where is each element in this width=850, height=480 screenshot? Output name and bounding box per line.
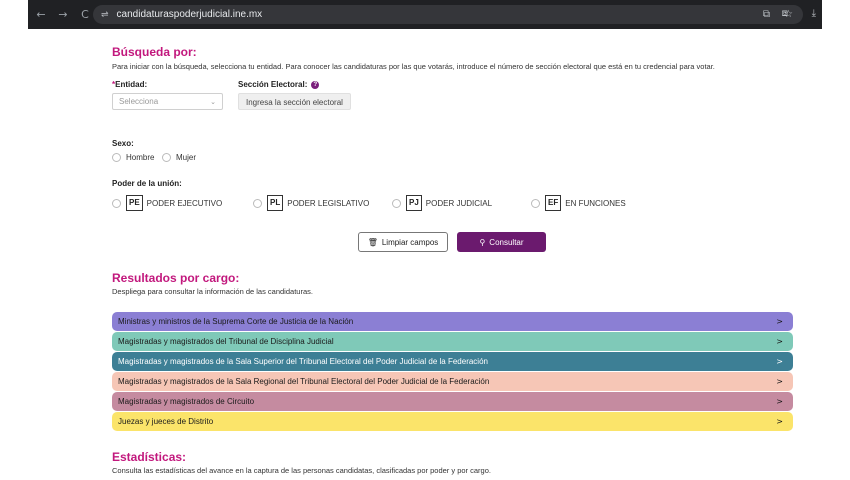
chevron-right-icon: >	[776, 357, 783, 366]
radio-icon[interactable]	[162, 153, 171, 162]
poder-option-label: PODER EJECUTIVO	[146, 198, 223, 208]
radio-icon[interactable]	[531, 198, 540, 208]
clear-fields-button[interactable]: 🗑 Limpiar campos	[358, 232, 448, 252]
poder-option-label: PODER JUDICIAL	[425, 198, 493, 208]
radio-icon[interactable]	[392, 198, 401, 208]
sexo-option-label: Mujer	[176, 153, 197, 162]
radio-icon[interactable]	[112, 153, 121, 162]
result-accordion-label: Juezas y jueces de Distrito	[118, 417, 214, 426]
results-title: Resultados por cargo:	[112, 271, 240, 285]
reload-icon[interactable]: C	[80, 8, 90, 21]
chevron-right-icon: >	[776, 337, 783, 346]
entidad-placeholder: Selecciona	[119, 97, 159, 106]
help-icon[interactable]: ?	[311, 80, 320, 89]
stats-subtitle: Consulta las estadísticas del avance en …	[112, 466, 491, 475]
result-accordion-label: Magistradas y magistrados del Tribunal d…	[118, 337, 334, 346]
pe-badge-icon: PE	[126, 195, 143, 211]
download-icon[interactable]: ⤓	[812, 8, 816, 19]
url-text[interactable]: candidaturaspoderjudicial.ine.mx	[117, 9, 263, 20]
poder-option-pj[interactable]: PJ PODER JUDICIAL	[392, 195, 492, 211]
consult-button[interactable]: ⚲ Consultar	[457, 232, 546, 252]
chevron-right-icon: >	[776, 317, 783, 326]
entidad-select[interactable]: Selecciona ⌄	[112, 93, 223, 110]
chevron-right-icon: >	[776, 397, 783, 406]
result-accordion-label: Ministras y ministros de la Suprema Cort…	[118, 317, 354, 326]
chevron-down-icon: ⌄	[210, 97, 216, 106]
consult-label: Consultar	[489, 237, 524, 247]
chevron-right-icon: >	[776, 377, 783, 386]
sexo-option-hombre[interactable]: Hombre	[112, 153, 154, 162]
trash-icon: 🗑	[367, 237, 378, 247]
entidad-label: *Entidad:	[112, 80, 147, 89]
poder-option-pl[interactable]: PL PODER LEGISLATIVO	[253, 195, 369, 211]
result-accordion-label: Magistradas y magistrados de Circuito	[118, 397, 255, 406]
seccion-label: Sección Electoral:?	[238, 80, 320, 89]
back-icon[interactable]: ←	[36, 8, 46, 21]
radio-icon[interactable]	[112, 198, 121, 208]
result-accordion-item[interactable]: Ministras y ministros de la Suprema Cort…	[112, 312, 793, 331]
pl-badge-icon: PL	[267, 195, 284, 211]
result-accordion-label: Magistradas y magistrados de la Sala Reg…	[118, 377, 490, 386]
browser-toolbar: ← → C ⇌ candidaturaspoderjudicial.ine.mx…	[28, 0, 822, 29]
search-title: Búsqueda por:	[112, 45, 197, 59]
entidad-label-text: Entidad:	[115, 80, 148, 89]
pj-badge-icon: PJ	[406, 195, 422, 211]
search-subtitle: Para iniciar con la búsqueda, selecciona…	[112, 62, 715, 71]
search-icon: ⚲	[479, 237, 486, 247]
address-bar[interactable]: ⇌ candidaturaspoderjudicial.ine.mx ⧉ ☆	[93, 5, 803, 24]
results-subtitle: Despliega para consultar la información …	[112, 287, 313, 296]
sexo-option-mujer[interactable]: Mujer	[162, 153, 196, 162]
result-accordion-item[interactable]: Magistradas y magistrados de la Sala Reg…	[112, 372, 793, 391]
seccion-electoral-button[interactable]: Ingresa la sección electoral	[238, 93, 351, 110]
cast-icon[interactable]: ⧉	[763, 9, 770, 20]
result-accordion-item[interactable]: Magistradas y magistrados del Tribunal d…	[112, 332, 793, 351]
result-accordion-item[interactable]: Magistradas y magistrados de la Sala Sup…	[112, 352, 793, 371]
chevron-right-icon: >	[776, 417, 783, 426]
result-accordion-label: Magistradas y magistrados de la Sala Sup…	[118, 357, 488, 366]
site-settings-icon[interactable]: ⇌	[101, 10, 109, 20]
poder-option-ef[interactable]: EF EN FUNCIONES	[531, 195, 626, 211]
extensions-icon[interactable]: ⧈	[782, 8, 788, 19]
poder-option-label: PODER LEGISLATIVO	[287, 198, 370, 208]
radio-icon[interactable]	[253, 198, 262, 208]
poder-option-pe[interactable]: PE PODER EJECUTIVO	[112, 195, 222, 211]
sexo-label: Sexo:	[112, 139, 134, 148]
ef-badge-icon: EF	[545, 195, 562, 211]
forward-icon[interactable]: →	[58, 8, 68, 21]
result-accordion-item[interactable]: Magistradas y magistrados de Circuito >	[112, 392, 793, 411]
stats-title: Estadísticas:	[112, 450, 187, 464]
seccion-label-text: Sección Electoral:	[238, 80, 308, 89]
clear-fields-label: Limpiar campos	[381, 237, 439, 247]
poder-option-label: EN FUNCIONES	[565, 198, 626, 208]
sexo-option-label: Hombre	[126, 153, 155, 162]
result-accordion-item[interactable]: Juezas y jueces de Distrito >	[112, 412, 793, 431]
poder-label: Poder de la unión:	[112, 179, 182, 188]
